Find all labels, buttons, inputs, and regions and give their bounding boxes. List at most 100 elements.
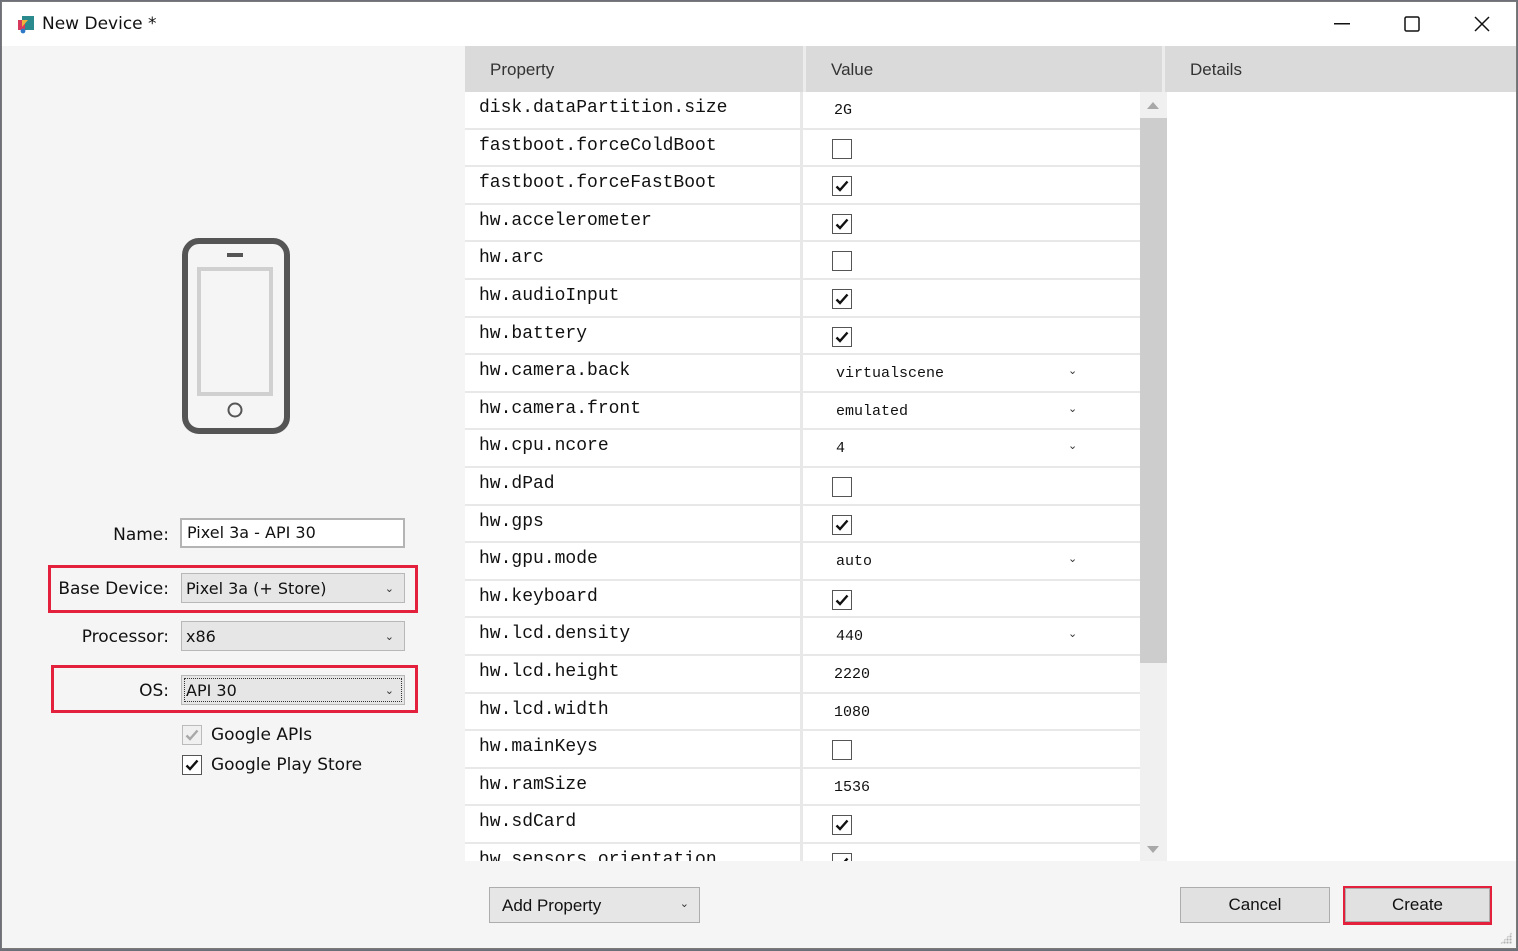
property-name: hw.camera.front	[465, 392, 803, 429]
property-value-cell[interactable]: emulated ⌄	[806, 393, 1140, 429]
property-value-cell[interactable]	[806, 581, 1140, 617]
property-row[interactable]: hw.dPad	[465, 468, 1140, 506]
property-value-cell[interactable]	[806, 167, 1140, 203]
property-dropdown-value[interactable]: virtualscene	[836, 365, 944, 382]
property-checkbox[interactable]	[832, 514, 852, 535]
property-dropdown-value[interactable]: emulated	[836, 403, 908, 420]
property-value-cell[interactable]	[806, 242, 1140, 278]
property-row[interactable]: hw.lcd.density 440 ⌄	[465, 618, 1140, 656]
scroll-up-arrow-icon[interactable]	[1147, 102, 1159, 109]
property-row[interactable]: hw.audioInput	[465, 280, 1140, 318]
google-play-store-checkbox[interactable]: Google Play Store	[182, 755, 362, 775]
property-row[interactable]: hw.sdCard	[465, 806, 1140, 844]
property-value-cell[interactable]	[806, 731, 1140, 767]
maximize-button[interactable]	[1377, 2, 1447, 46]
property-checkbox[interactable]	[832, 326, 852, 347]
column-header-value[interactable]: Value	[806, 46, 1163, 92]
property-value-cell[interactable]	[806, 506, 1140, 542]
property-value-cell[interactable]	[806, 205, 1140, 241]
property-checkbox[interactable]	[832, 176, 852, 197]
minimize-button[interactable]	[1307, 2, 1377, 46]
checkmark-icon	[835, 218, 849, 230]
property-row[interactable]: fastboot.forceColdBoot	[465, 129, 1140, 168]
property-row[interactable]: hw.keyboard	[465, 580, 1140, 619]
property-checkbox[interactable]	[832, 477, 852, 497]
checkmark-icon	[835, 820, 849, 832]
property-text-value[interactable]: 2220	[834, 666, 870, 683]
property-checkbox[interactable]	[832, 853, 852, 861]
property-value-cell[interactable]: 2G	[806, 92, 1140, 128]
property-text-value[interactable]: 1080	[834, 704, 870, 721]
property-dropdown-value[interactable]: 4	[836, 440, 845, 457]
chevron-down-icon[interactable]: ⌄	[1068, 627, 1077, 640]
property-name: hw.lcd.width	[465, 693, 803, 730]
property-row[interactable]: hw.mainKeys	[465, 731, 1140, 769]
property-value-cell[interactable]: 1080	[806, 694, 1140, 730]
property-row[interactable]: hw.accelerometer	[465, 204, 1140, 243]
property-row[interactable]: hw.cpu.ncore 4 ⌄	[465, 430, 1140, 468]
property-value-cell[interactable]: 440 ⌄	[806, 618, 1140, 654]
vertical-scrollbar[interactable]	[1140, 92, 1167, 861]
property-value-cell[interactable]: 2220	[806, 656, 1140, 692]
checkbox-box	[182, 755, 202, 775]
chevron-down-icon[interactable]: ⌄	[1068, 439, 1077, 452]
property-dropdown-value[interactable]: auto	[836, 553, 872, 570]
chevron-down-icon[interactable]: ⌄	[1068, 552, 1077, 565]
create-button[interactable]: Create	[1345, 888, 1490, 922]
property-value-cell[interactable]: auto ⌄	[806, 543, 1140, 579]
property-checkbox[interactable]	[832, 213, 852, 234]
google-play-store-label: Google Play Store	[211, 755, 363, 775]
column-header-property[interactable]: Property	[465, 46, 803, 92]
property-row[interactable]: hw.lcd.height 2220	[465, 656, 1140, 694]
property-dropdown-value[interactable]: 440	[836, 628, 863, 645]
checkbox-box	[182, 725, 202, 745]
property-value-cell[interactable]	[806, 280, 1140, 316]
property-checkbox[interactable]	[832, 589, 852, 610]
close-icon	[1474, 16, 1490, 32]
property-row[interactable]: hw.lcd.width 1080	[465, 693, 1140, 732]
close-button[interactable]	[1447, 2, 1517, 46]
property-value-cell[interactable]: 4 ⌄	[806, 430, 1140, 466]
google-apis-checkbox[interactable]: Google APIs	[182, 725, 312, 745]
chevron-down-icon[interactable]: ⌄	[1068, 402, 1077, 415]
property-name: disk.dataPartition.size	[465, 92, 803, 128]
property-row[interactable]: hw.camera.back virtualscene ⌄	[465, 355, 1140, 393]
resize-grip[interactable]	[1500, 932, 1512, 944]
property-value-cell[interactable]	[806, 844, 1140, 861]
property-value-cell[interactable]	[806, 806, 1140, 842]
processor-dropdown[interactable]: x86 ⌄	[181, 621, 405, 651]
property-checkbox[interactable]	[832, 251, 852, 272]
scroll-down-arrow-icon[interactable]	[1147, 846, 1159, 853]
property-text-value[interactable]: 2G	[834, 102, 852, 119]
checkmark-icon	[835, 594, 849, 606]
property-row[interactable]: disk.dataPartition.size 2G	[465, 92, 1140, 130]
os-dropdown[interactable]: API 30 ⌄	[181, 675, 405, 705]
add-property-dropdown[interactable]: Add Property ⌄	[489, 887, 700, 923]
property-checkbox[interactable]	[832, 289, 852, 309]
property-value-cell[interactable]: 1536	[806, 769, 1140, 805]
property-row[interactable]: hw.sensors.orientation	[465, 844, 1140, 861]
cancel-button[interactable]: Cancel	[1180, 887, 1330, 923]
property-row[interactable]: hw.arc	[465, 242, 1140, 280]
property-value-cell[interactable]	[806, 130, 1140, 166]
property-row[interactable]: hw.gpu.mode auto ⌄	[465, 543, 1140, 581]
property-value-cell[interactable]	[806, 468, 1140, 504]
property-row[interactable]: hw.gps	[465, 505, 1140, 544]
checkmark-icon	[185, 729, 199, 741]
property-row[interactable]: hw.camera.front emulated ⌄	[465, 392, 1140, 431]
property-checkbox[interactable]	[832, 815, 852, 836]
property-checkbox[interactable]	[832, 138, 852, 159]
property-value-cell[interactable]	[806, 318, 1140, 354]
property-name: fastboot.forceColdBoot	[465, 129, 803, 166]
property-row[interactable]: hw.ramSize 1536	[465, 768, 1140, 807]
property-row[interactable]: fastboot.forceFastBoot	[465, 167, 1140, 205]
chevron-down-icon[interactable]: ⌄	[1068, 364, 1077, 377]
property-checkbox[interactable]	[832, 740, 852, 761]
grid-header: Property Value Details	[465, 46, 1516, 92]
property-row[interactable]: hw.battery	[465, 317, 1140, 356]
property-value-cell[interactable]: virtualscene ⌄	[806, 355, 1140, 391]
property-text-value[interactable]: 1536	[834, 779, 870, 796]
base-device-dropdown[interactable]: Pixel 3a (+ Store) ⌄	[181, 573, 405, 603]
name-input[interactable]: Pixel 3a - API 30	[180, 518, 405, 548]
scroll-thumb[interactable]	[1140, 118, 1167, 663]
